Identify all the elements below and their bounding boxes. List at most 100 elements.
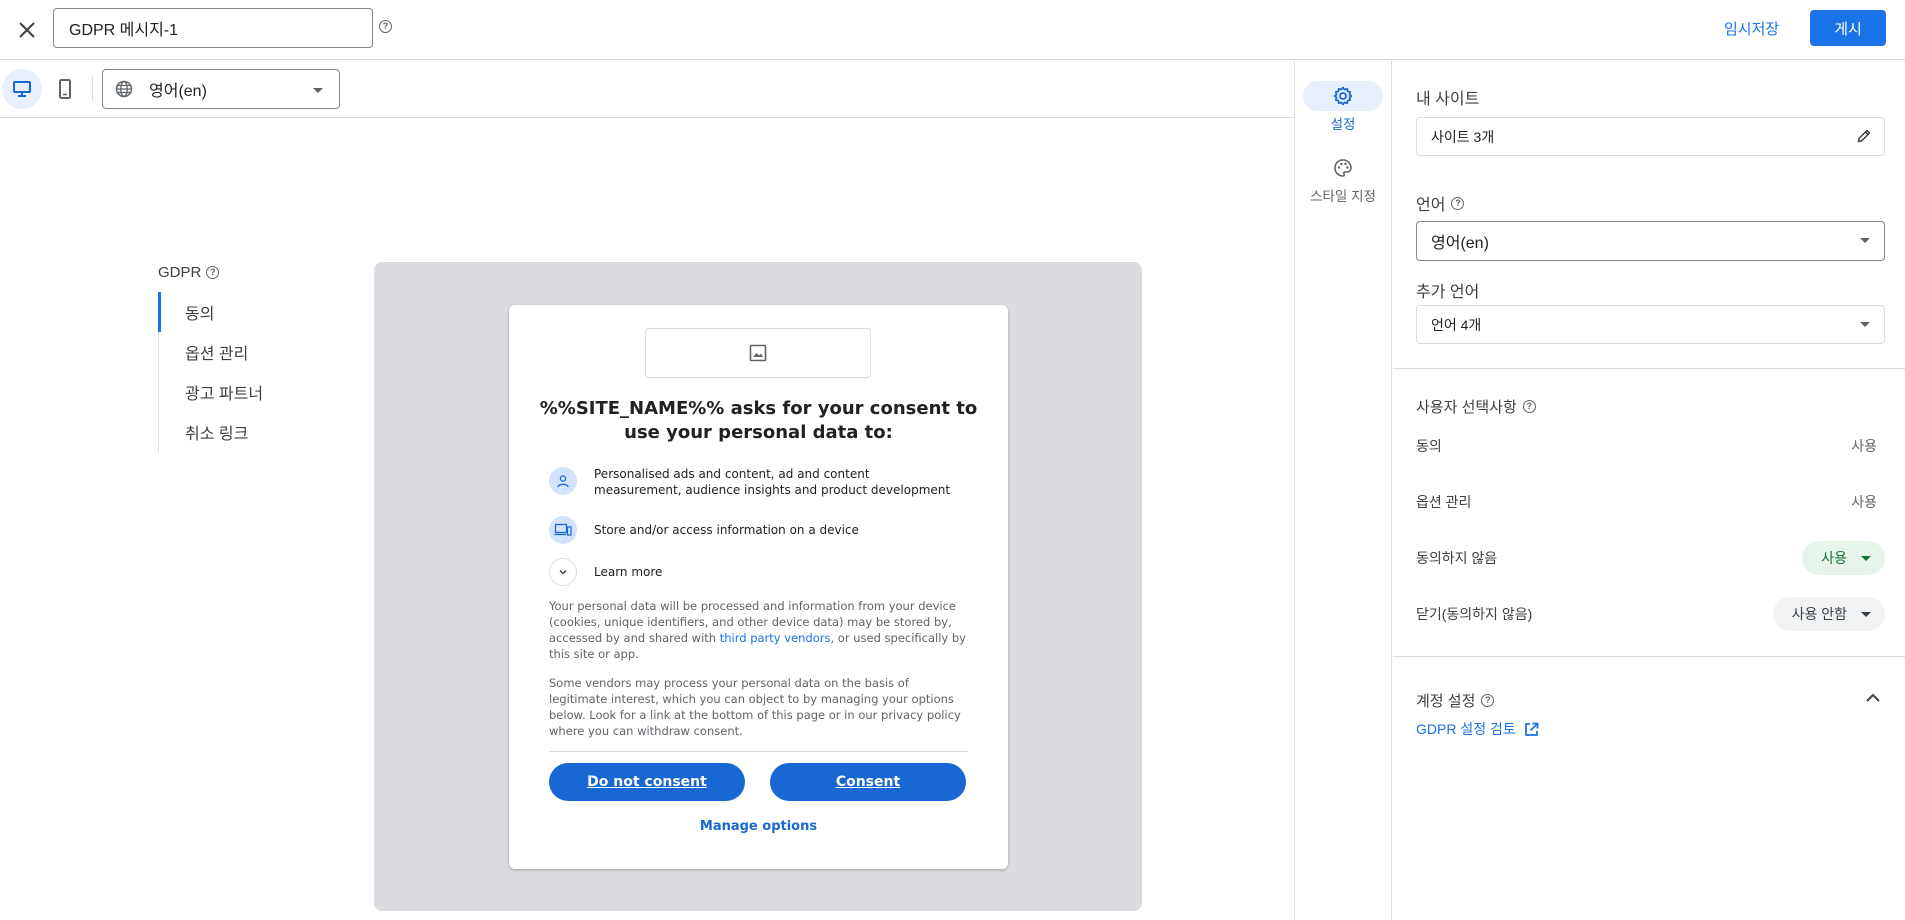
additional-languages-select[interactable]: 언어 4개 — [1416, 305, 1885, 344]
dialog-divider — [549, 751, 968, 752]
account-settings-label-text: 계정 설정 — [1416, 693, 1476, 710]
additional-languages-label-text: 추가 언어 — [1416, 284, 1480, 301]
preview-toolbar: 영어(en) — [0, 61, 1294, 118]
my-sites-label-text: 내 사이트 — [1416, 91, 1480, 108]
purpose-item: Store and/or access information on a dev… — [549, 516, 859, 544]
chip-label: 사용 — [1821, 550, 1847, 566]
review-link-label: GDPR 설정 검토 — [1416, 721, 1516, 737]
side-rail: 설정 스타일 지정 — [1294, 61, 1392, 920]
preview-language-label: 영어(en) — [149, 83, 207, 100]
user-choices-label: 사용자 선택사항 ? — [1416, 396, 1536, 417]
close-button[interactable] — [8, 11, 46, 49]
manage-options-link[interactable]: Manage options — [509, 819, 1008, 834]
help-icon[interactable]: ? — [1451, 196, 1465, 210]
choice-value[interactable]: 사용 — [1851, 436, 1885, 456]
rail-settings-label: 설정 — [1330, 117, 1356, 132]
dropdown-arrow-icon — [313, 88, 323, 93]
rail-item-styling[interactable]: 스타일 지정 — [1295, 153, 1391, 205]
purpose-text: Personalised ads and content, ad and con… — [594, 467, 951, 497]
rail-pill — [1303, 153, 1383, 183]
help-icon[interactable]: ? — [206, 266, 220, 279]
settings-panel: 내 사이트 사이트 3개 언어 ? 영어(en) 추가 언어 언어 4개 사용자… — [1393, 61, 1905, 920]
message-nav-item-ad-partners[interactable]: 광고 파트너 — [159, 372, 288, 412]
preview-canvas: %%SITE_NAME%% asks for your consent to u… — [374, 262, 1142, 911]
learn-more-toggle[interactable]: Learn more — [549, 558, 662, 586]
site-logo-placeholder[interactable] — [645, 328, 871, 378]
purpose-item: Personalised ads and content, ad and con… — [549, 467, 954, 498]
message-nav-item-consent[interactable]: 동의 — [158, 292, 288, 332]
help-icon[interactable]: ? — [1522, 400, 1536, 413]
desktop-preview-button[interactable] — [2, 69, 42, 109]
message-nav-item-manage-options[interactable]: 옵션 관리 — [159, 332, 288, 372]
legitimate-interest-text: Some vendors may process your personal d… — [549, 676, 961, 738]
message-nav: 동의 옵션 관리 광고 파트너 취소 링크 — [158, 292, 288, 452]
chip-label: 사용 안함 — [1791, 606, 1847, 622]
my-sites-field[interactable]: 사이트 3개 — [1416, 117, 1885, 156]
devices-icon — [549, 516, 577, 544]
do-not-consent-button[interactable]: Do not consent — [549, 763, 745, 801]
account-settings-label: 계정 설정 ? — [1416, 690, 1495, 711]
close-icon — [19, 22, 35, 38]
choice-value[interactable]: 사용 — [1851, 492, 1885, 512]
help-icon[interactable]: ? — [379, 20, 392, 33]
dropdown-arrow-icon — [1860, 322, 1870, 327]
dialog-title: %%SITE_NAME%% asks for your consent to u… — [539, 398, 978, 443]
message-nav-item-revocation-link[interactable]: 취소 링크 — [159, 412, 288, 452]
pencil-icon[interactable] — [1856, 128, 1872, 144]
mobile-icon — [59, 79, 71, 99]
close-toggle-chip[interactable]: 사용 안함 — [1772, 597, 1885, 631]
top-bar: ? 임시저장 게시 — [0, 0, 1905, 60]
collapse-account-settings-button[interactable] — [1859, 684, 1887, 712]
my-sites-label: 내 사이트 — [1416, 85, 1479, 109]
chevron-up-icon — [1866, 693, 1880, 702]
toolbar-divider — [92, 77, 93, 101]
language-label-text: 언어 — [1416, 197, 1446, 214]
rail-item-settings[interactable]: 설정 — [1295, 81, 1391, 133]
choice-label: 동의하지 않음 — [1416, 550, 1498, 566]
purpose-text: Store and/or access information on a dev… — [594, 523, 859, 537]
gdpr-heading-label: GDPR — [158, 264, 202, 281]
additional-languages-label: 추가 언어 — [1416, 278, 1479, 302]
dropdown-arrow-icon — [1860, 238, 1870, 243]
mobile-preview-button[interactable] — [45, 69, 85, 109]
consent-body-text: Your personal data will be processed and… — [549, 598, 969, 662]
rail-styling-label: 스타일 지정 — [1310, 189, 1376, 204]
panel-divider — [1393, 656, 1905, 657]
choice-row-consent: 동의 사용 — [1416, 429, 1885, 463]
palette-icon — [1334, 159, 1352, 177]
help-icon[interactable]: ? — [1481, 694, 1495, 707]
gdpr-heading: GDPR ? — [158, 264, 220, 281]
publish-button[interactable]: 게시 — [1810, 10, 1886, 46]
consent-button[interactable]: Consent — [770, 763, 966, 801]
image-icon — [749, 344, 767, 362]
user-choices-label-text: 사용자 선택사항 — [1416, 399, 1517, 416]
choice-label: 동의 — [1416, 438, 1442, 454]
learn-more-label: Learn more — [594, 565, 663, 579]
choice-label: 옵션 관리 — [1416, 494, 1472, 510]
preview-language-select[interactable]: 영어(en) — [102, 69, 340, 109]
language-select[interactable]: 영어(en) — [1416, 221, 1885, 261]
review-gdpr-settings-link[interactable]: GDPR 설정 검토 — [1416, 719, 1539, 739]
chevron-down-icon — [549, 558, 577, 586]
consent-dialog: %%SITE_NAME%% asks for your consent to u… — [509, 305, 1008, 869]
globe-icon — [115, 80, 133, 98]
dropdown-arrow-icon — [1861, 611, 1871, 617]
message-title-input[interactable] — [53, 8, 373, 48]
person-icon — [549, 467, 577, 495]
rail-pill — [1303, 81, 1383, 111]
language-value: 영어(en) — [1431, 235, 1489, 252]
save-draft-button[interactable]: 임시저장 — [1712, 10, 1791, 46]
panel-divider — [1393, 368, 1905, 369]
open-in-new-icon — [1524, 722, 1539, 736]
my-sites-value: 사이트 3개 — [1431, 128, 1495, 145]
third-party-vendors-link[interactable]: third party vendors — [720, 631, 831, 645]
desktop-icon — [13, 81, 31, 97]
choice-row-close-do-not-consent: 닫기(동의하지 않음) 사용 안함 — [1416, 597, 1885, 631]
choice-row-manage-options: 옵션 관리 사용 — [1416, 485, 1885, 519]
do-not-consent-toggle-chip[interactable]: 사용 — [1802, 541, 1885, 575]
gear-icon — [1333, 86, 1353, 106]
additional-languages-value: 언어 4개 — [1431, 316, 1482, 333]
dropdown-arrow-icon — [1861, 555, 1871, 561]
choice-row-do-not-consent: 동의하지 않음 사용 — [1416, 541, 1885, 575]
language-label: 언어 ? — [1416, 191, 1465, 215]
